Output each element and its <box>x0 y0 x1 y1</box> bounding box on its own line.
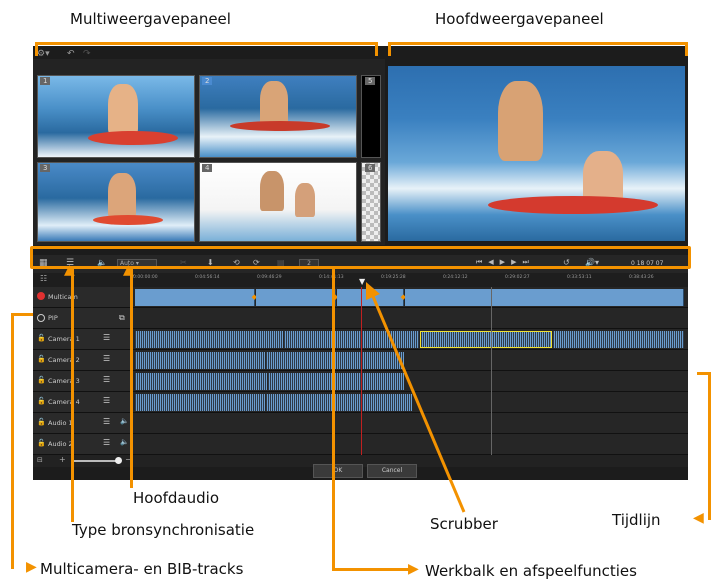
camera-tile-4[interactable]: 4 <box>199 162 357 242</box>
track-header-pip[interactable]: PIP ⧉ <box>33 308 133 328</box>
main-view-panel <box>388 66 685 241</box>
cursor-line <box>491 287 492 457</box>
track-header-camera-3[interactable]: 🔓 Camera 3 ☰ <box>33 371 133 391</box>
undo-icon[interactable]: ↶ <box>67 49 75 59</box>
sync-icon[interactable]: ☰ <box>103 375 110 384</box>
main-view-bracket <box>388 42 688 45</box>
zoom-slider[interactable] <box>71 460 119 462</box>
tracks-bracket <box>11 313 33 316</box>
multiview-panel: 1 2 3 4 5 6 <box>33 59 385 245</box>
multiview-annotation: Multiweergavepaneel <box>70 10 231 28</box>
multicam-clip[interactable]: ◆ <box>256 289 338 306</box>
lock-icon[interactable]: 🔓 <box>37 334 46 342</box>
lock-icon[interactable]: 🔓 <box>37 397 46 405</box>
main-audio-pointer <box>130 268 133 488</box>
main-audio-annotation: Hoofdaudio <box>133 489 220 507</box>
main-view-bracket <box>388 42 391 56</box>
ruler-tick: 0:33:53:11 <box>567 275 592 280</box>
multiview-bracket <box>35 42 378 45</box>
ruler-tick: 0:04:56:14 <box>195 275 220 280</box>
tracks-arrow-icon: ▶ <box>26 559 37 575</box>
track-header-multicam[interactable]: Multicam <box>33 287 133 307</box>
camera-tile-3[interactable]: 3 <box>37 162 195 242</box>
camera-4-clip[interactable] <box>135 394 265 411</box>
multiview-bracket <box>35 42 38 56</box>
sync-icon[interactable]: ☰ <box>103 396 110 405</box>
source-sync-annotation: Type bronsynchronisatie <box>72 521 255 539</box>
camera-1-clip[interactable] <box>135 331 283 348</box>
timeline-arrow-icon: ◀ <box>693 510 704 526</box>
toolbar-pointer <box>332 268 335 570</box>
track-manager-icon[interactable]: ☷ <box>40 274 47 283</box>
ruler-corner: ☷ <box>33 273 133 287</box>
multiview-bracket <box>375 42 378 56</box>
main-view-bracket <box>685 42 688 56</box>
settings-icon[interactable]: ⚙▾ <box>37 49 50 59</box>
zoom-in-icon[interactable]: + <box>59 455 66 464</box>
track-header-camera-2[interactable]: 🔓 Camera 2 ☰ <box>33 350 133 370</box>
source-sync-pointer <box>71 268 74 522</box>
tracks-bracket <box>11 313 14 569</box>
timeline-bracket <box>708 372 711 520</box>
redo-icon[interactable]: ↷ <box>83 49 91 59</box>
ruler-tick: 0:38:43:26 <box>629 275 654 280</box>
tracks-annotation: Multicamera- en BIB-tracks <box>40 560 244 578</box>
camera-tile-5[interactable]: 5 <box>361 75 381 158</box>
toolbar-annotation: Werkbalk en afspeelfuncties <box>425 562 637 580</box>
sync-icon[interactable]: ☰ <box>103 354 110 363</box>
lock-icon[interactable]: 🔓 <box>37 376 46 384</box>
sync-icon[interactable]: ☰ <box>103 438 110 447</box>
ruler-tick: 0:00:00:00 <box>133 275 158 280</box>
fit-icon[interactable]: ⊟ <box>37 456 43 464</box>
camera-tile-2[interactable]: 2 <box>199 75 357 158</box>
camera-1-clip[interactable] <box>553 331 684 348</box>
main-audio-arrow-icon: ▲ <box>123 262 134 278</box>
timeline-bracket <box>697 372 711 375</box>
timeline-annotation: Tijdlijn <box>612 511 661 529</box>
sync-icon[interactable]: ☰ <box>103 417 110 426</box>
toolbar-pointer <box>332 568 412 571</box>
pip-icon[interactable]: ⧉ <box>119 313 125 323</box>
source-sync-arrow-icon: ▲ <box>64 262 75 278</box>
ruler-tick: 0:09:46:29 <box>257 275 282 280</box>
zoom-slider-handle[interactable] <box>115 457 122 464</box>
track-header-audio-2[interactable]: 🔓 Audio 2 ☰ 🔈 <box>33 434 133 454</box>
camera-tile-6[interactable]: 6 <box>361 162 381 242</box>
camera-tile-1[interactable]: 1 <box>37 75 195 158</box>
lock-icon[interactable]: 🔓 <box>37 418 46 426</box>
lock-icon[interactable]: 🔓 <box>37 439 46 447</box>
speaker-icon[interactable]: 🔈 <box>120 438 129 446</box>
track-header-camera-4[interactable]: 🔓 Camera 4 ☰ <box>33 392 133 412</box>
multicam-clip[interactable]: ◆ <box>135 289 257 306</box>
toolbar-arrow-icon: ▶ <box>408 561 419 577</box>
scrubber-annotation: Scrubber <box>430 515 498 533</box>
sync-icon[interactable]: ☰ <box>103 333 110 342</box>
scrubber-pointer <box>366 282 466 513</box>
ruler-tick: 0:29:02:27 <box>505 275 530 280</box>
camera-2-clip[interactable] <box>135 352 265 369</box>
main-view-annotation: Hoofdweergavepaneel <box>435 10 604 28</box>
camera-3-clip[interactable] <box>135 373 267 390</box>
speaker-icon[interactable]: 🔈 <box>120 417 129 425</box>
track-header-camera-1[interactable]: 🔓 Camera 1 ☰ <box>33 329 133 349</box>
track-header-audio-1[interactable]: 🔓 Audio 1 ☰ 🔈 <box>33 413 133 433</box>
lock-icon[interactable]: 🔓 <box>37 355 46 363</box>
ok-button[interactable]: OK <box>313 464 363 478</box>
